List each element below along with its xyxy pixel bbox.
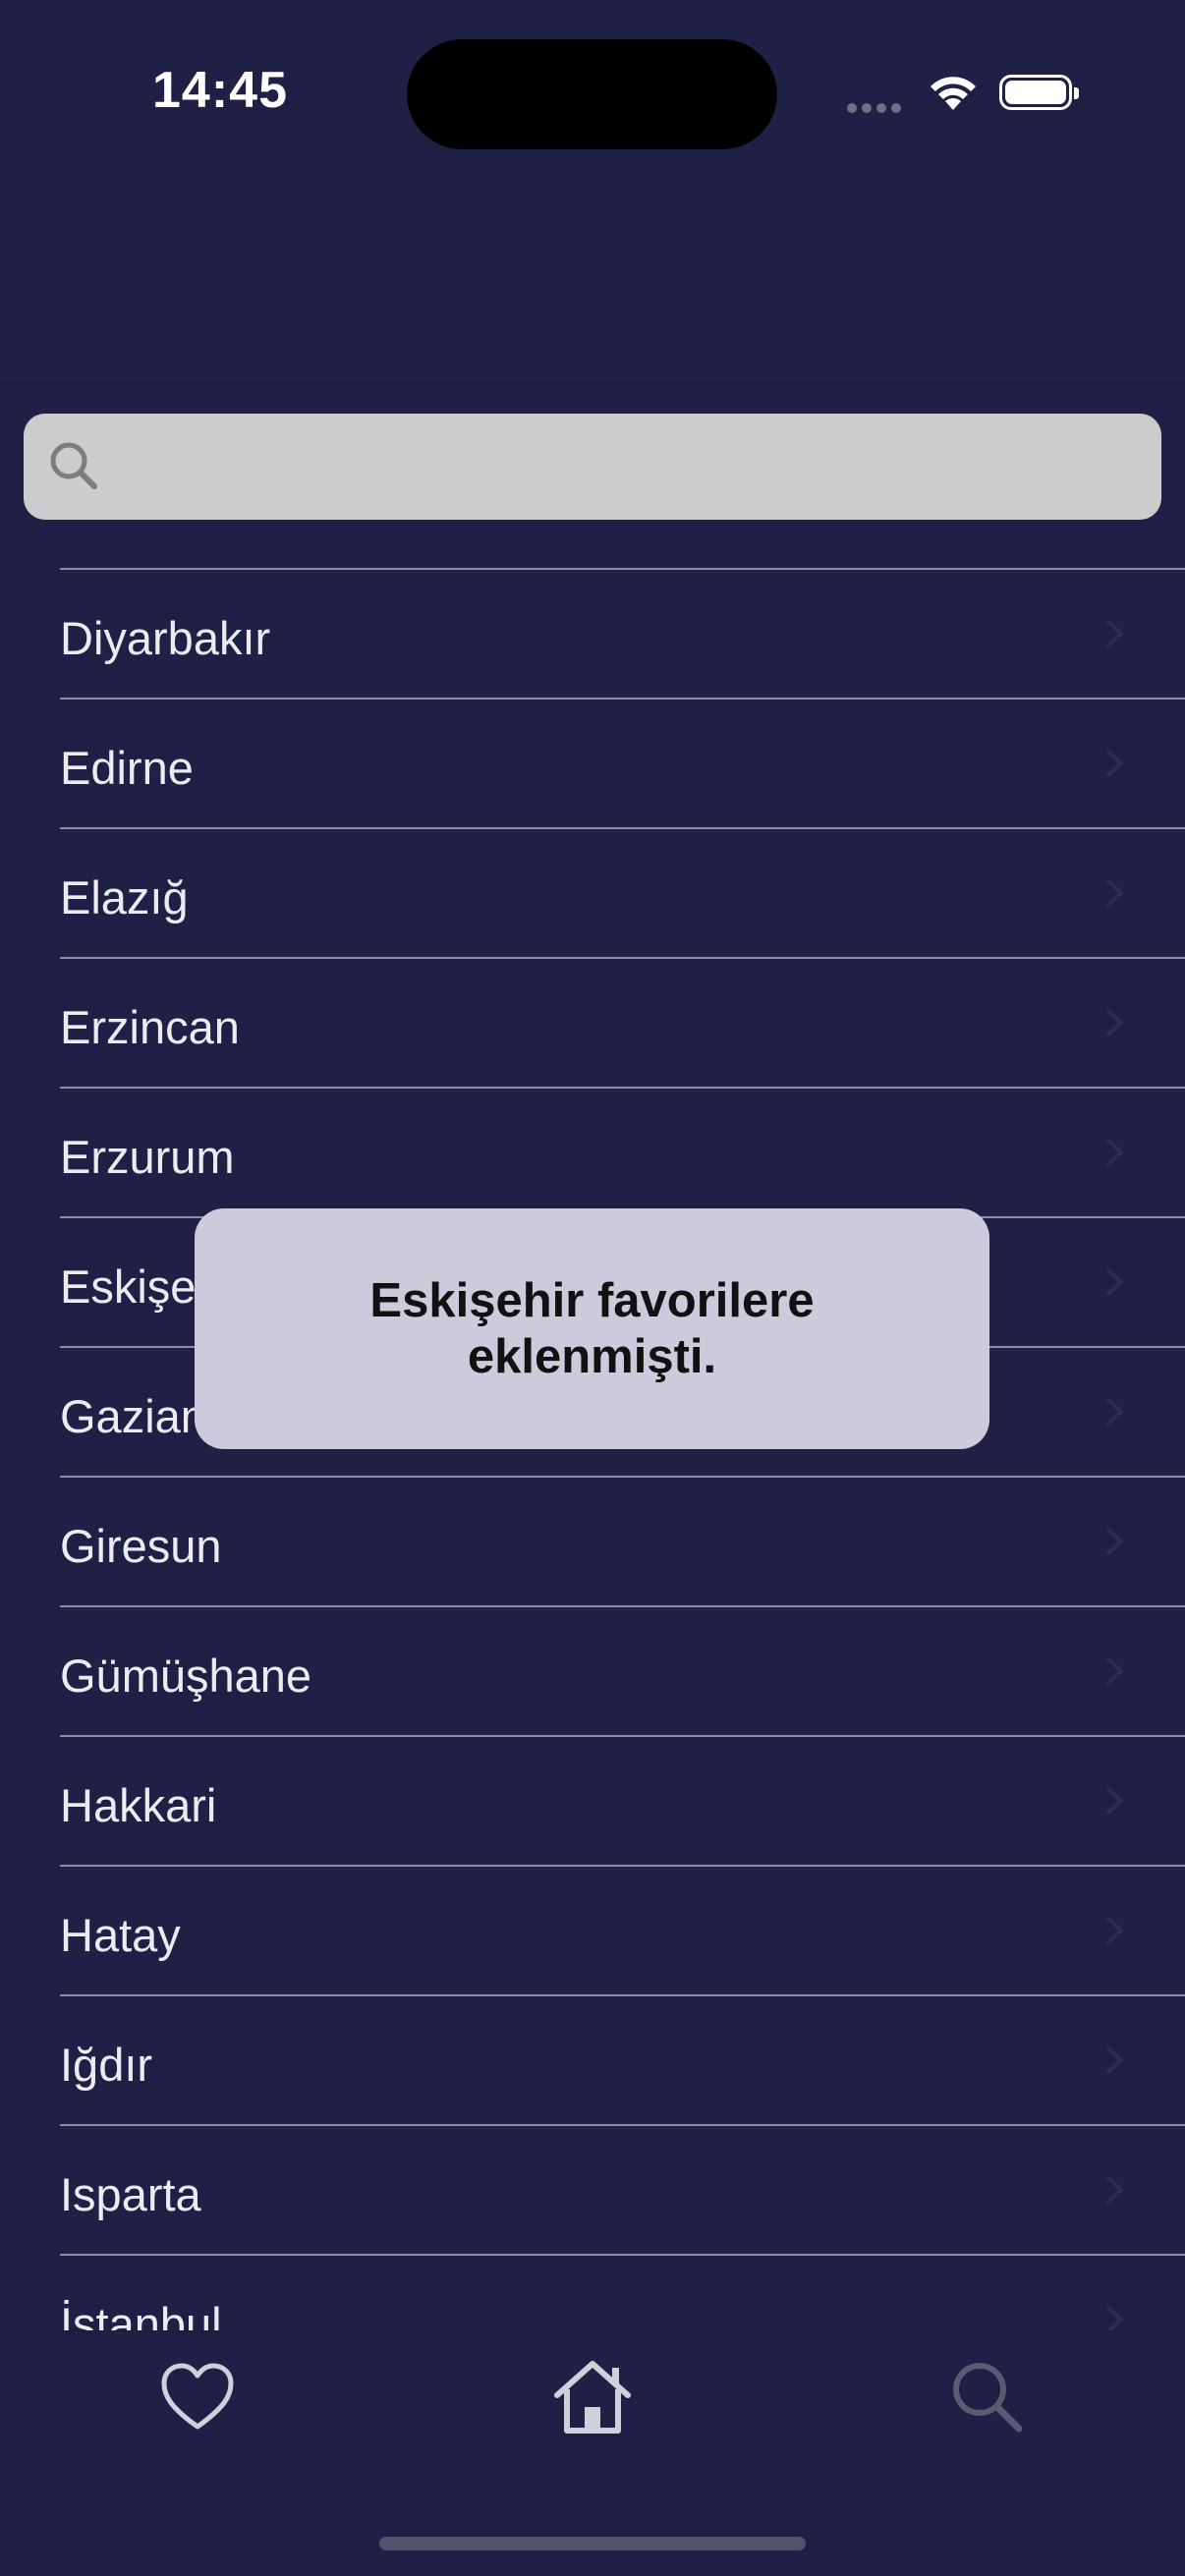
list-item[interactable]: Diyarbakır bbox=[0, 568, 1185, 698]
search-icon bbox=[953, 2363, 1023, 2433]
list-item[interactable]: Gümüşhane bbox=[0, 1605, 1185, 1735]
list-item[interactable]: Iğdır bbox=[0, 1994, 1185, 2124]
search-divider bbox=[0, 547, 1185, 548]
chevron-right-icon bbox=[1106, 620, 1124, 647]
row-separator bbox=[60, 1476, 1185, 1478]
chevron-right-icon bbox=[1106, 2306, 1124, 2330]
city-name: Hatay bbox=[60, 1909, 181, 1961]
tab-bar-divider bbox=[0, 2330, 1185, 2331]
tab-search[interactable] bbox=[790, 2332, 1185, 2462]
wifi-icon bbox=[931, 77, 976, 110]
list-item[interactable]: Erzurum bbox=[0, 1087, 1185, 1216]
row-separator bbox=[60, 568, 1185, 570]
search-icon bbox=[50, 442, 97, 489]
row-separator bbox=[60, 1994, 1185, 1996]
status-bar: 14:45 bbox=[0, 0, 1185, 187]
toast-message: Eskişehir favorilere eklenmişti. bbox=[369, 1274, 815, 1383]
list-item[interactable]: Elazığ bbox=[0, 827, 1185, 957]
city-name: Diyarbakır bbox=[60, 612, 271, 664]
city-list[interactable]: Diyarbakır Edirne Elazığ Erzincan Erzurum Esk… bbox=[0, 568, 1185, 2330]
nav-divider bbox=[0, 384, 1185, 385]
list-item[interactable]: Hakkari bbox=[0, 1735, 1185, 1865]
home-indicator bbox=[379, 2537, 806, 2550]
city-name: Erzurum bbox=[60, 1131, 235, 1183]
chevron-right-icon bbox=[1106, 1657, 1124, 1685]
row-separator bbox=[60, 698, 1185, 700]
cellular-signal-icon bbox=[847, 100, 906, 118]
chevron-right-icon bbox=[1106, 1139, 1124, 1166]
list-item[interactable]: İstanbul bbox=[0, 2254, 1185, 2330]
city-name: Gümüşhane bbox=[60, 1650, 312, 1702]
city-name: Elazığ bbox=[60, 871, 189, 924]
row-separator bbox=[60, 1605, 1185, 1607]
city-name: Isparta bbox=[60, 2168, 201, 2220]
city-name: Iğdır bbox=[60, 2039, 153, 2091]
tab-home[interactable] bbox=[395, 2332, 790, 2462]
heart-icon bbox=[161, 2363, 234, 2430]
chevron-right-icon bbox=[1106, 1009, 1124, 1036]
list-item[interactable]: Edirne bbox=[0, 698, 1185, 827]
list-item[interactable]: Giresun bbox=[0, 1476, 1185, 1605]
chevron-right-icon bbox=[1106, 2176, 1124, 2204]
battery-icon bbox=[999, 75, 1079, 110]
tab-favorites[interactable] bbox=[0, 2332, 395, 2462]
list-item[interactable]: Isparta bbox=[0, 2124, 1185, 2254]
row-separator bbox=[60, 827, 1185, 829]
city-name: Hakkari bbox=[60, 1779, 217, 1831]
city-name: Giresun bbox=[60, 1520, 222, 1572]
dynamic-island bbox=[407, 39, 777, 149]
row-separator bbox=[60, 2124, 1185, 2126]
chevron-right-icon bbox=[1106, 2046, 1124, 2074]
chevron-right-icon bbox=[1106, 1917, 1124, 1944]
city-name: Erzincan bbox=[60, 1001, 240, 1053]
chevron-right-icon bbox=[1106, 1528, 1124, 1555]
chevron-right-icon bbox=[1106, 1398, 1124, 1426]
chevron-right-icon bbox=[1106, 1268, 1124, 1296]
row-separator bbox=[60, 957, 1185, 959]
city-name: Edirne bbox=[60, 742, 194, 794]
chevron-right-icon bbox=[1106, 750, 1124, 777]
house-icon bbox=[554, 2361, 631, 2434]
toast-notification: Eskişehir favorilere eklenmişti. bbox=[195, 1208, 989, 1449]
list-item[interactable]: Hatay bbox=[0, 1865, 1185, 1994]
status-time: 14:45 bbox=[152, 62, 288, 119]
row-separator bbox=[60, 1087, 1185, 1089]
row-separator bbox=[60, 2254, 1185, 2256]
row-separator bbox=[60, 1735, 1185, 1737]
row-separator bbox=[60, 1865, 1185, 1867]
city-name: İstanbul bbox=[60, 2298, 222, 2330]
search-bar[interactable] bbox=[24, 414, 1161, 522]
chevron-right-icon bbox=[1106, 879, 1124, 907]
chevron-right-icon bbox=[1106, 1787, 1124, 1815]
list-item[interactable]: Erzincan bbox=[0, 957, 1185, 1087]
search-input[interactable] bbox=[122, 414, 1142, 522]
